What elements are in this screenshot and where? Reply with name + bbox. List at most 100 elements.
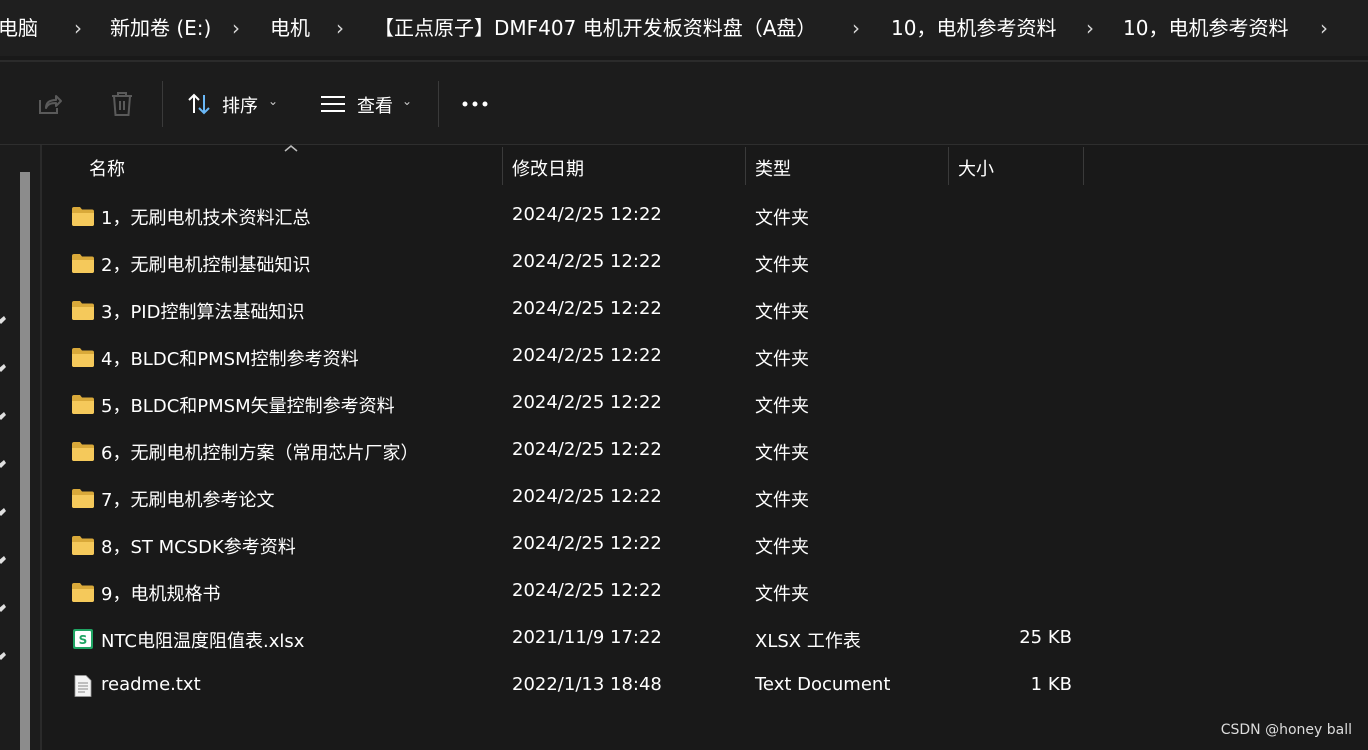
chevron-down-icon: ⌄ (402, 94, 413, 108)
watermark: CSDN @honey ball (1220, 722, 1352, 738)
breadcrumb-chevron-icon[interactable]: › (1320, 12, 1328, 44)
chevron-down-icon: ⌄ (268, 94, 279, 108)
file-row[interactable]: 2，无刷电机控制基础知识 2024/2/25 12:22 文件夹 (60, 241, 1090, 285)
file-type: 文件夹 (755, 490, 809, 511)
file-row[interactable]: 3，PID控制算法基础知识 2024/2/25 12:22 文件夹 (60, 288, 1090, 332)
file-name: 7，无刷电机参考论文 (101, 490, 275, 511)
column-header-type[interactable]: 类型 (755, 155, 791, 181)
file-row[interactable]: 1，无刷电机技术资料汇总 2024/2/25 12:22 文件夹 (60, 194, 1090, 238)
breadcrumb-chevron-icon[interactable]: › (336, 12, 344, 44)
file-type: 文件夹 (755, 302, 809, 323)
column-resize-handle[interactable] (948, 147, 949, 185)
file-modified-date: 2024/2/25 12:22 (512, 439, 662, 460)
file-name: 9，电机规格书 (101, 584, 221, 605)
file-name: readme.txt (101, 674, 201, 695)
delete-icon[interactable] (109, 90, 135, 118)
pin-icon[interactable] (0, 556, 6, 566)
text-document-icon (71, 675, 95, 697)
file-modified-date: 2024/2/25 12:22 (512, 345, 662, 366)
file-size: 25 KB (1019, 627, 1072, 648)
folder-icon (71, 205, 95, 227)
toolbar-divider (162, 81, 163, 127)
navigation-pane-border (40, 145, 42, 750)
folder-icon (71, 487, 95, 509)
sort-button[interactable]: 排序 ⌄ (180, 84, 292, 124)
folder-icon (71, 393, 95, 415)
file-modified-date: 2024/2/25 12:22 (512, 204, 662, 225)
more-options-button[interactable] (456, 86, 494, 122)
folder-icon (71, 299, 95, 321)
svg-text:S: S (79, 633, 88, 647)
toolbar-divider (438, 81, 439, 127)
pin-icon[interactable] (0, 316, 6, 326)
sort-ascending-indicator-icon (284, 145, 298, 152)
breadcrumb-folder-current[interactable]: 10，电机参考资料 (1123, 12, 1288, 44)
file-row[interactable]: 5，BLDC和PMSM矢量控制参考资料 2024/2/25 12:22 文件夹 (60, 382, 1090, 426)
sort-icon (188, 93, 210, 115)
file-name: 1，无刷电机技术资料汇总 (101, 208, 311, 229)
breadcrumb-this-pc[interactable]: 此电脑 (0, 12, 38, 44)
breadcrumb-chevron-icon[interactable]: › (1086, 12, 1094, 44)
pin-icon[interactable] (0, 460, 6, 470)
spreadsheet-icon: S (71, 628, 95, 650)
folder-icon (71, 581, 95, 603)
file-name: 2，无刷电机控制基础知识 (101, 255, 311, 276)
file-row[interactable]: 7，无刷电机参考论文 2024/2/25 12:22 文件夹 (60, 476, 1090, 520)
pin-icon[interactable] (0, 652, 6, 662)
file-row[interactable]: 8，ST MCSDK参考资料 2024/2/25 12:22 文件夹 (60, 523, 1090, 567)
view-label: 查看 (357, 96, 393, 117)
breadcrumb-drive[interactable]: 新加卷 (E:) (110, 12, 211, 44)
file-modified-date: 2024/2/25 12:22 (512, 392, 662, 413)
file-row[interactable]: S NTC电阻温度阻值表.xlsx 2021/11/9 17:22 XLSX 工作表 2… (60, 617, 1090, 661)
file-type: 文件夹 (755, 443, 809, 464)
file-type: 文件夹 (755, 208, 809, 229)
folder-icon (71, 534, 95, 556)
view-list-icon (321, 96, 345, 112)
file-name: 3，PID控制算法基础知识 (101, 302, 305, 323)
file-row[interactable]: 9，电机规格书 2024/2/25 12:22 文件夹 (60, 570, 1090, 614)
file-name: NTC电阻温度阻值表.xlsx (101, 631, 305, 652)
breadcrumb-folder-motor[interactable]: 电机 (270, 12, 310, 44)
file-type: XLSX 工作表 (755, 631, 861, 652)
divider (0, 144, 1368, 145)
pin-icon[interactable] (0, 508, 6, 518)
breadcrumb-chevron-icon[interactable]: › (74, 12, 82, 44)
file-modified-date: 2024/2/25 12:22 (512, 533, 662, 554)
column-header-size[interactable]: 大小 (958, 155, 994, 181)
file-type: 文件夹 (755, 584, 809, 605)
file-row[interactable]: 6，无刷电机控制方案（常用芯片厂家） 2024/2/25 12:22 文件夹 (60, 429, 1090, 473)
folder-icon (71, 252, 95, 274)
file-size: 1 KB (1030, 674, 1072, 695)
breadcrumb-chevron-icon[interactable]: › (852, 12, 860, 44)
file-modified-date: 2021/11/9 17:22 (512, 627, 662, 648)
pin-icon[interactable] (0, 412, 6, 422)
breadcrumb-chevron-icon[interactable]: › (232, 12, 240, 44)
file-type: Text Document (755, 674, 891, 695)
share-icon[interactable] (37, 91, 63, 117)
sort-label: 排序 (222, 96, 258, 117)
navigation-scrollbar[interactable] (20, 172, 30, 750)
file-name: 6，无刷电机控制方案（常用芯片厂家） (101, 443, 419, 464)
file-name: 5，BLDC和PMSM矢量控制参考资料 (101, 396, 395, 417)
file-modified-date: 2024/2/25 12:22 (512, 580, 662, 601)
file-modified-date: 2024/2/25 12:22 (512, 486, 662, 507)
breadcrumb-folder-dmf407[interactable]: 【正点原子】DMF407 电机开发板资料盘（A盘） (374, 12, 816, 44)
folder-icon (71, 440, 95, 462)
file-row[interactable]: readme.txt 2022/1/13 18:48 Text Document 1 … (60, 664, 1090, 708)
file-type: 文件夹 (755, 537, 809, 558)
column-resize-handle[interactable] (745, 147, 746, 185)
column-resize-handle[interactable] (1083, 147, 1084, 185)
file-type: 文件夹 (755, 396, 809, 417)
column-header-name[interactable]: 名称 (89, 155, 125, 181)
more-icon (462, 101, 488, 107)
breadcrumb-folder-reference[interactable]: 10，电机参考资料 (891, 12, 1056, 44)
file-row[interactable]: 4，BLDC和PMSM控制参考资料 2024/2/25 12:22 文件夹 (60, 335, 1090, 379)
column-resize-handle[interactable] (502, 147, 503, 185)
column-header-modified[interactable]: 修改日期 (512, 155, 584, 181)
file-modified-date: 2022/1/13 18:48 (512, 674, 662, 695)
pin-icon[interactable] (0, 364, 6, 374)
file-type: 文件夹 (755, 255, 809, 276)
file-modified-date: 2024/2/25 12:22 (512, 251, 662, 272)
pin-icon[interactable] (0, 604, 6, 614)
view-button[interactable]: 查看 ⌄ (316, 84, 420, 124)
